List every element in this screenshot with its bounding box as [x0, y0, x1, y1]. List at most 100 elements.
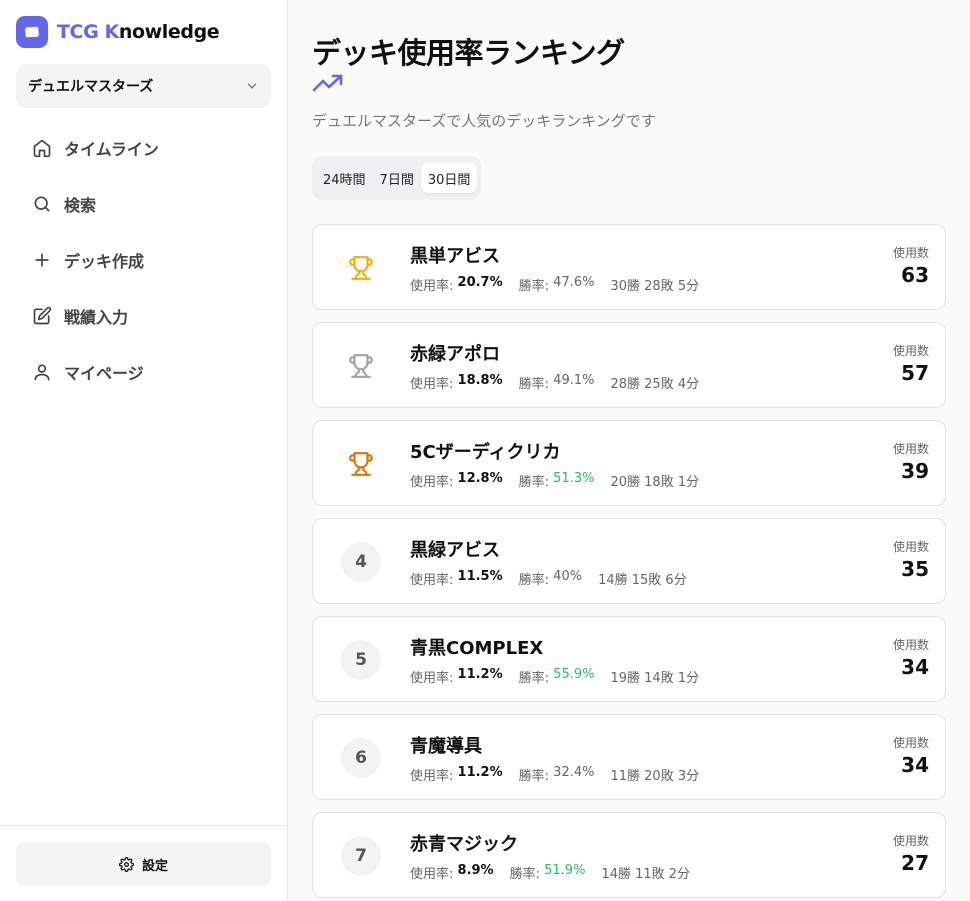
sidebar-nav: タイムライン 検索 デッキ作成 戦績入力 マイページ [16, 120, 271, 400]
rank-badge [341, 248, 381, 288]
logo[interactable]: TCG Knowledge [16, 16, 220, 48]
win-label: 勝率: [518, 769, 550, 784]
record: 14勝 15敗 6分 [598, 573, 687, 588]
chevron-down-icon [247, 83, 257, 89]
win-label: 勝率: [518, 573, 550, 588]
rank-badge [341, 444, 381, 484]
usage-rate: 8.9% [457, 863, 494, 878]
usage-count: 57 [901, 361, 929, 385]
edit-icon [33, 306, 52, 325]
usage-label: 使用率: [410, 377, 454, 392]
rank-number: 5 [341, 640, 381, 680]
plus-icon [35, 253, 49, 267]
deck-stats: 使用率: 11.2% 勝率: 32.4% 11勝 20敗 3分 [410, 765, 699, 784]
game-select[interactable]: デュエルマスターズ [16, 64, 271, 108]
deck-stats: 使用率: 20.7% 勝率: 47.6% 30勝 28敗 5分 [410, 275, 699, 294]
page-title: デッキ使用率ランキング [312, 36, 625, 70]
nav-item-timeline[interactable]: タイムライン [16, 120, 271, 176]
deck-name: 5Cザーディクリカ [410, 442, 561, 463]
usage-label: 使用率: [410, 475, 454, 490]
tab-7d[interactable]: 7日間 [373, 163, 421, 193]
usage-count: 63 [901, 263, 929, 287]
page-subtitle: デュエルマスターズで人気のデッキランキングです [312, 112, 656, 130]
count-label: 使用数 [892, 344, 929, 358]
usage-count: 34 [901, 753, 929, 777]
gear-icon [118, 856, 134, 872]
usage-rate: 18.8% [457, 373, 503, 388]
trophy-gold-icon [349, 256, 373, 280]
record: 20勝 18敗 1分 [610, 475, 700, 490]
search-icon [34, 196, 50, 212]
usage-label: 使用率: [410, 279, 454, 294]
ranking-card[interactable]: 6 青魔導具 使用率: 11.2% 勝率: 32.4% 11勝 20敗 3分 使… [312, 714, 946, 800]
record: 19勝 14敗 1分 [610, 671, 700, 686]
trophy-bronze-icon [349, 452, 373, 476]
sidebar: TCG Knowledge デュエルマスターズ タイムライン 検索 デッキ作成 … [0, 0, 288, 901]
win-label: 勝率: [518, 279, 550, 294]
ranking-card[interactable]: 黒単アビス 使用率: 20.7% 勝率: 47.6% 30勝 28敗 5分 使用… [312, 224, 946, 310]
period-tabs: 24時間 7日間 30日間 [312, 156, 482, 200]
usage-rate: 20.7% [457, 275, 503, 290]
sidebar-footer: 設定 [0, 825, 287, 901]
count-label: 使用数 [892, 736, 929, 750]
win-label: 勝率: [518, 475, 550, 490]
win-label: 勝率: [509, 867, 540, 882]
ranking-card[interactable]: 5Cザーディクリカ 使用率: 12.8% 勝率: 51.3% 20勝 18敗 1… [312, 420, 946, 506]
trophy-silver-icon [349, 354, 373, 378]
user-icon [34, 364, 50, 381]
usage-label: 使用率: [410, 671, 454, 686]
ranking-card[interactable]: 5 青黒COMPLEX 使用率: 11.2% 勝率: 55.9% 19勝 14敗… [312, 616, 946, 702]
ranking-card[interactable]: 赤緑アポロ 使用率: 18.8% 勝率: 49.1% 28勝 25敗 4分 使用… [312, 322, 946, 408]
deck-stats: 使用率: 12.8% 勝率: 51.3% 20勝 18敗 1分 [410, 471, 699, 490]
tab-24h[interactable]: 24時間 [316, 163, 373, 193]
usage-rate: 11.5% [457, 569, 503, 584]
win-rate: 49.1% [553, 373, 595, 388]
nav-label: 戦績入力 [64, 308, 129, 327]
deck-name: 黒緑アビス [410, 540, 500, 561]
record: 14勝 11敗 2分 [601, 867, 691, 882]
win-rate: 55.9% [553, 667, 595, 682]
win-label: 勝率: [518, 671, 550, 686]
usage-label: 使用率: [410, 867, 454, 882]
rank-badge [341, 346, 381, 386]
game-select-value: デュエルマスターズ [28, 79, 154, 95]
usage-count: 39 [901, 459, 929, 483]
usage-count: 34 [901, 655, 929, 679]
deck-name: 青黒COMPLEX [410, 638, 544, 659]
win-rate: 51.9% [544, 863, 586, 878]
count-label: 使用数 [892, 834, 929, 848]
deck-name: 黒単アビス [410, 246, 500, 267]
deck-name: 赤緑アポロ [410, 344, 500, 365]
nav-label: デッキ作成 [64, 252, 145, 271]
count-label: 使用数 [892, 246, 929, 260]
win-rate: 51.3% [553, 471, 595, 486]
record: 30勝 28敗 5分 [610, 279, 700, 294]
home-icon [33, 139, 51, 158]
logo-text: TCG Knowledge [57, 21, 220, 43]
win-rate: 40% [553, 569, 583, 584]
nav-label: 検索 [64, 196, 97, 215]
usage-rate: 11.2% [457, 667, 503, 682]
count-label: 使用数 [892, 638, 929, 652]
nav-item-create-deck[interactable]: デッキ作成 [16, 232, 271, 288]
ranking-card[interactable]: 4 黒緑アビス 使用率: 11.5% 勝率: 40% 14勝 15敗 6分 使用… [312, 518, 946, 604]
record: 11勝 20敗 3分 [610, 769, 700, 784]
nav-item-record-input[interactable]: 戦績入力 [16, 288, 271, 344]
ranking-card[interactable]: 7 赤青マジック 使用率: 8.9% 勝率: 51.9% 14勝 11敗 2分 … [312, 812, 946, 898]
nav-item-mypage[interactable]: マイページ [16, 344, 271, 400]
deck-name: 青魔導具 [410, 736, 482, 757]
nav-item-search[interactable]: 検索 [16, 176, 271, 232]
tab-30d[interactable]: 30日間 [420, 163, 478, 193]
record: 28勝 25敗 4分 [610, 377, 700, 392]
settings-button[interactable]: 設定 [16, 842, 271, 886]
settings-label: 設定 [141, 858, 168, 874]
deck-stats: 使用率: 18.8% 勝率: 49.1% 28勝 25敗 4分 [410, 373, 699, 392]
usage-count: 35 [901, 557, 929, 581]
usage-label: 使用率: [410, 769, 454, 784]
usage-count: 27 [901, 851, 929, 875]
usage-rate: 12.8% [457, 471, 503, 486]
deck-stats: 使用率: 11.2% 勝率: 55.9% 19勝 14敗 1分 [410, 667, 699, 686]
deck-name: 赤青マジック [410, 834, 518, 855]
deck-stats: 使用率: 11.5% 勝率: 40% 14勝 15敗 6分 [410, 569, 687, 588]
win-rate: 32.4% [553, 765, 595, 780]
